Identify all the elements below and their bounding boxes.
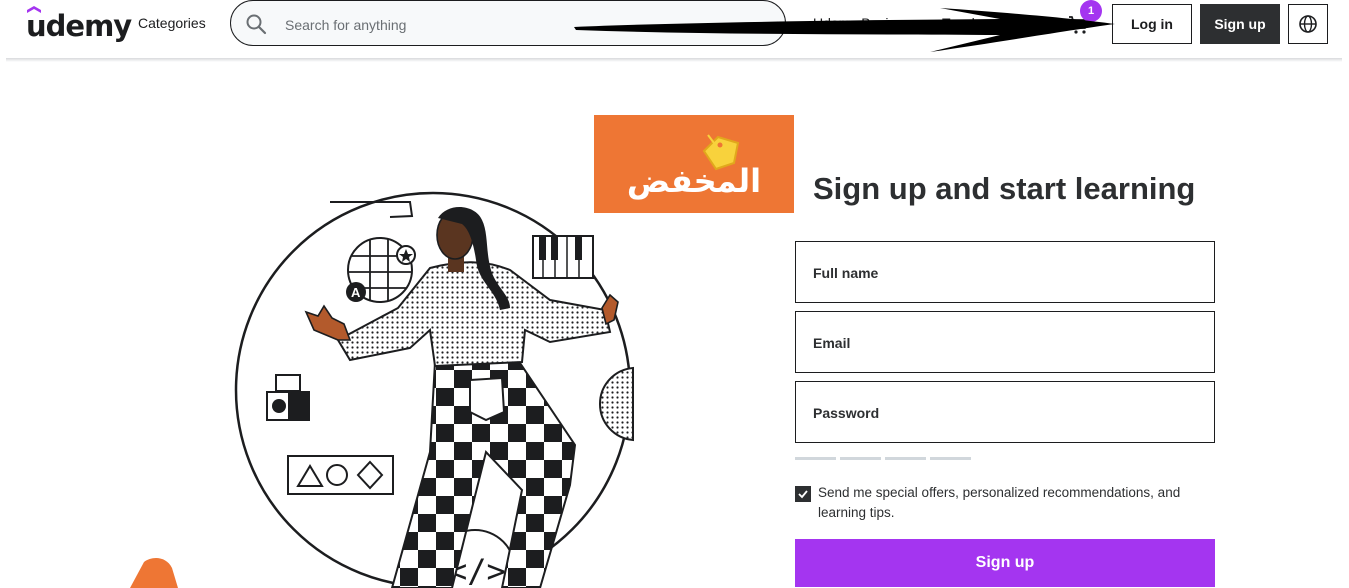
password-field[interactable]: Password: [795, 381, 1215, 443]
promo-text: المخفض: [626, 162, 762, 200]
svg-text:A: A: [351, 285, 361, 300]
strength-segment: [795, 457, 836, 460]
search-icon[interactable]: [245, 13, 267, 35]
header-shadow: [6, 58, 1342, 62]
strength-segment: [840, 457, 881, 460]
strength-segment: [930, 457, 971, 460]
udemy-logo[interactable]: udemy: [26, 6, 132, 46]
email-field[interactable]: Email: [795, 311, 1215, 373]
strength-segment: [885, 457, 926, 460]
page-title: Sign up and start learning: [813, 171, 1196, 206]
language-button[interactable]: [1288, 4, 1328, 44]
teach-on-udemy-link[interactable]: Teach on Udemy: [942, 15, 982, 31]
full-name-field[interactable]: Full name: [795, 241, 1215, 303]
hero-illustration: A </>: [130, 191, 634, 588]
search-input[interactable]: [283, 10, 767, 40]
checkmark-icon: [798, 490, 808, 499]
password-label: Password: [813, 405, 880, 421]
promo-banner: المخفض: [594, 115, 794, 213]
udemy-business-link[interactable]: Udemy Business: [813, 15, 918, 31]
consent-text: Send me special offers, personalized rec…: [818, 485, 1181, 520]
password-strength-meter: [795, 457, 971, 460]
signup-submit-button[interactable]: Sign up: [795, 539, 1215, 587]
login-button[interactable]: Log in: [1112, 4, 1192, 44]
header-signup-button[interactable]: Sign up: [1200, 4, 1280, 44]
cart-count-badge: 1: [1080, 0, 1102, 22]
offers-checkbox[interactable]: [795, 486, 811, 502]
top-header: udemy Categories Udemy Business Teach on…: [0, 0, 1349, 58]
search-bar[interactable]: [230, 0, 786, 46]
email-label: Email: [813, 335, 851, 351]
logo-cap-icon: [27, 6, 41, 13]
categories-menu[interactable]: Categories: [138, 15, 206, 31]
logo-text: udemy: [26, 9, 132, 43]
globe-icon: [1299, 15, 1317, 33]
full-name-label: Full name: [813, 265, 879, 281]
